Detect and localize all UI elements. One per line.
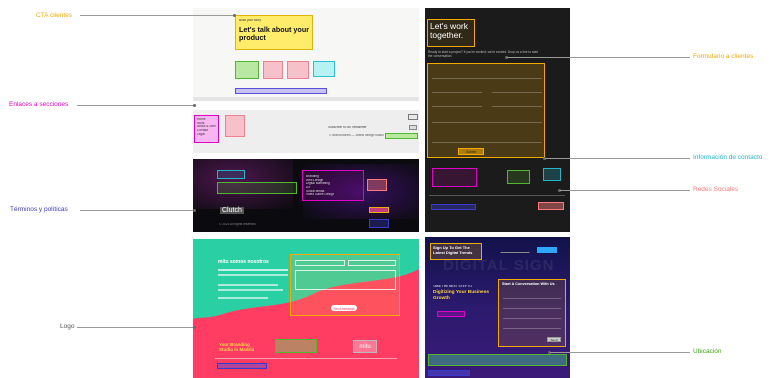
terms-links-bottom[interactable] <box>217 363 267 369</box>
brand-line: © BrandStories — Brand design studio <box>329 134 384 137</box>
callout-form-label: Formulario a clientes <box>693 53 754 60</box>
submit-button[interactable]: Submit <box>458 148 484 155</box>
terms-green-box <box>217 182 297 194</box>
sections-panel: Home Work About & Services Contact Legal… <box>193 110 419 153</box>
form-panel: Let's work together. Ready to start a pr… <box>425 8 570 232</box>
callout-terms-line <box>80 210 193 211</box>
callout-sections-dot <box>193 104 196 107</box>
form-field[interactable] <box>348 260 396 266</box>
location-panel: DIGITAL SIGN Sign Up To Get The Latest D… <box>425 237 570 378</box>
callout-cta-label: CTA clientes <box>36 12 73 19</box>
section-link[interactable]: Legal <box>197 133 216 137</box>
newsletter-input[interactable] <box>409 125 417 130</box>
form-field[interactable] <box>295 270 396 290</box>
start-conversation-text: Start A Conversation With Us <box>502 282 555 286</box>
callout-terms-label: Términos y políticas <box>10 206 68 213</box>
footer-menu-item[interactable]: Video Game Design <box>306 193 334 197</box>
callout-cta-line <box>80 15 234 16</box>
cta-card-pink-1 <box>263 61 283 79</box>
callout-location-line <box>550 352 690 353</box>
callout-form-line <box>507 57 690 58</box>
callout-sections-label: Enlaces a secciones <box>9 101 69 108</box>
submit-label: Submit <box>466 150 476 154</box>
sections-links-box-2 <box>225 115 245 137</box>
work-together-text: Let's work together. <box>430 21 468 41</box>
contact-form-box: Send message <box>290 254 400 316</box>
studio-tagline: Your Branding Studio in Madrid <box>219 342 255 353</box>
cta-card-green <box>235 61 259 79</box>
about-title: mitu somos nosotros <box>218 259 269 265</box>
terms-panel: Branding Web Design Digital Marketing UX… <box>193 159 419 232</box>
copyright-text: © 2023 All rights reserved <box>219 223 256 226</box>
send-button[interactable]: Send message <box>331 305 357 311</box>
subscribe-select[interactable] <box>437 311 465 317</box>
cta-card-cyan <box>313 61 335 77</box>
cta-panel: Build your story Let's talk about your p… <box>193 8 419 101</box>
location-box <box>275 339 317 353</box>
terms-cyan-box <box>217 170 245 179</box>
callout-logo-dot <box>193 326 196 329</box>
callout-sections-line <box>77 105 193 106</box>
cta-card-pink-2 <box>287 61 309 79</box>
signup-box: Sign Up To Get The Latest Digital Trends <box>430 243 482 260</box>
clutch-logo: Clutch <box>220 207 244 214</box>
take-next-step: TAKE THE NEXT STEP TO <box>433 285 472 288</box>
social-icon-box[interactable] <box>408 114 418 120</box>
contact-green-box <box>507 170 530 184</box>
form-policy-links[interactable] <box>431 204 476 210</box>
callout-cta-dot <box>233 14 236 17</box>
legal-links-green[interactable] <box>385 133 418 139</box>
client-form-box: Submit <box>427 63 545 158</box>
cta-bottom-bar <box>235 88 327 94</box>
signup-button[interactable] <box>537 247 557 253</box>
location-policy-links[interactable] <box>428 370 470 376</box>
logo-panel: mitu somos nosotros Send message Your Br… <box>193 239 419 378</box>
terms-menu-box: Branding Web Design Digital Marketing UX… <box>302 170 364 201</box>
signup-input[interactable] <box>500 249 530 253</box>
form-field[interactable] <box>295 260 345 266</box>
terms-social-box[interactable] <box>367 179 387 191</box>
contact-links-box <box>432 168 477 187</box>
start-conversation-form: Start A Conversation With Us Send <box>498 279 566 347</box>
social-icons-box[interactable] <box>538 202 564 210</box>
callout-terms-dot <box>193 209 196 212</box>
cta-small-text: Build your story <box>239 19 261 22</box>
digitize-heading: Digitizing Your Business Growth <box>433 290 490 301</box>
callout-location-label: Ubicación <box>693 348 722 355</box>
callout-contact-line <box>545 158 690 159</box>
conversation-send-button[interactable]: Send <box>547 337 561 342</box>
callout-contact-label: Información de contacto <box>693 154 763 161</box>
sections-links-box: Home Work About & Services Contact Legal <box>194 115 219 143</box>
cta-headline: Let's talk about your product <box>239 25 310 42</box>
locations-bar <box>428 354 567 366</box>
terms-policy-button[interactable] <box>369 207 389 213</box>
cta-headline-box: Build your story Let's talk about your p… <box>235 15 313 50</box>
callout-social-line <box>560 190 690 191</box>
sections-link-list: Home Work About & Services Contact Legal <box>195 116 218 138</box>
contact-info-box <box>543 168 561 181</box>
signup-text: Sign Up To Get The Latest Digital Trends <box>433 245 473 255</box>
callout-logo-label: Logo <box>60 323 75 330</box>
terms-policy-links[interactable] <box>369 219 389 228</box>
work-together-heading: Let's work together. <box>427 19 475 47</box>
newsletter-text: Subscribe to our newsletter <box>328 126 367 129</box>
footer-logo: mitu <box>353 340 377 353</box>
callout-social-label: Redes Sociales <box>693 186 739 193</box>
callout-logo-line <box>77 327 193 328</box>
